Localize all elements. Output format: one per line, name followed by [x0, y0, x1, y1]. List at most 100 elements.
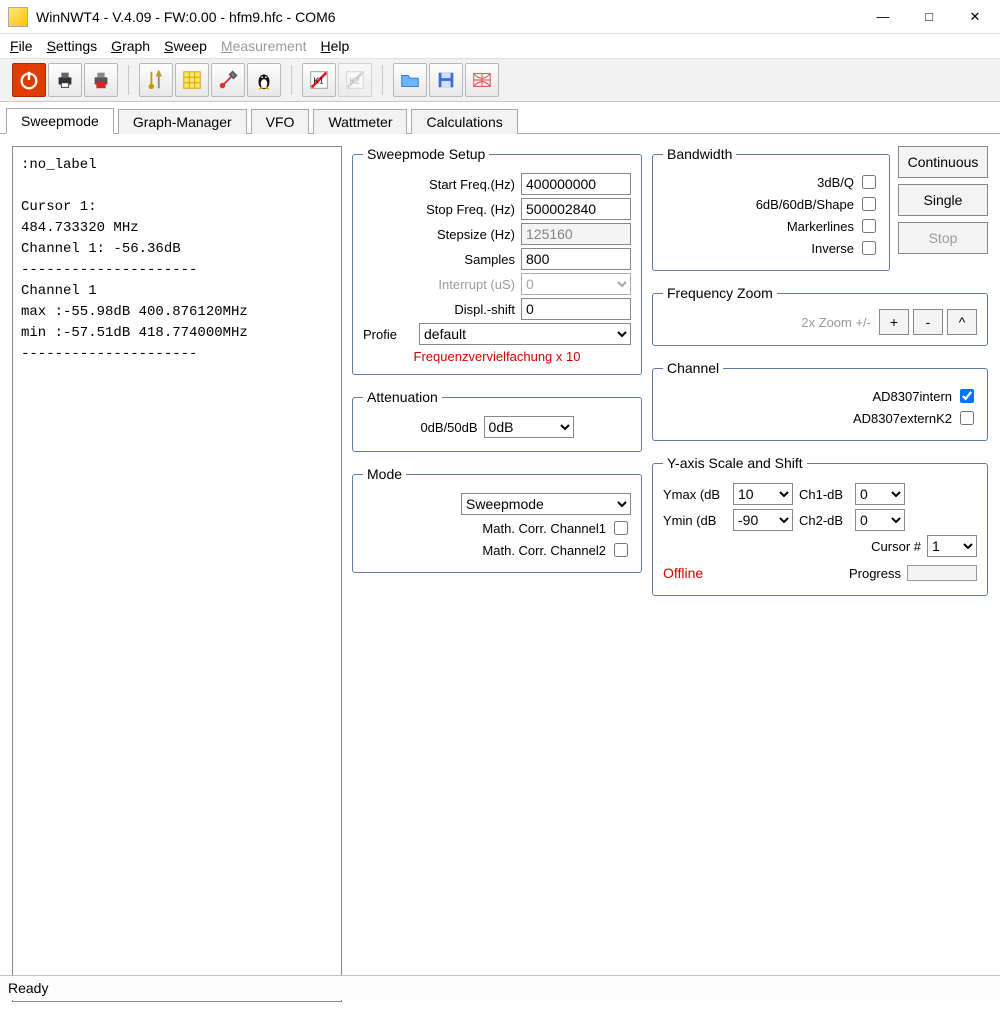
frequency-zoom-group: Frequency Zoom 2x Zoom +/- + - ^	[652, 285, 988, 346]
sweepmode-setup-legend: Sweepmode Setup	[363, 146, 489, 162]
channel-extern-label: AD8307externK2	[853, 411, 952, 426]
interrupt-label: Interrupt (uS)	[363, 277, 515, 292]
interrupt-select: 0	[521, 273, 631, 295]
stop-freq-label: Stop Freq. (Hz)	[363, 202, 515, 217]
bw-3db-checkbox[interactable]	[862, 175, 876, 189]
math-corr-ch1-checkbox[interactable]	[614, 521, 628, 535]
freq-zoom-label: 2x Zoom +/-	[801, 315, 871, 330]
cursor-readout: :no_label Cursor 1: 484.733320 MHz Chann…	[12, 146, 342, 1002]
settings-button[interactable]	[211, 63, 245, 97]
ymin-label: Ymin (dB	[663, 513, 727, 528]
tabbar: Sweepmode Graph-Manager VFO Wattmeter Ca…	[0, 102, 1000, 134]
ch2-db-select[interactable]: 0	[855, 509, 905, 531]
window-title: WinNWT4 - V.4.09 - FW:0.00 - hfm9.hfc - …	[36, 9, 336, 25]
open-button[interactable]	[393, 63, 427, 97]
profile-label: Profie	[363, 327, 413, 342]
tab-graph-manager[interactable]: Graph-Manager	[118, 109, 247, 134]
bw-6db-checkbox[interactable]	[862, 197, 876, 211]
attenuation-select[interactable]: 0dB	[484, 416, 574, 438]
print-button[interactable]	[48, 63, 82, 97]
tab-calculations[interactable]: Calculations	[411, 109, 517, 134]
zoom-minus-button[interactable]: -	[913, 309, 943, 335]
menu-graph[interactable]: Graph	[111, 38, 150, 54]
sweepmode-setup-group: Sweepmode Setup Start Freq.(Hz) Stop Fre…	[352, 146, 642, 375]
titlebar: WinNWT4 - V.4.09 - FW:0.00 - hfm9.hfc - …	[0, 0, 1000, 34]
svg-text:K2: K2	[350, 77, 361, 86]
ymin-select[interactable]: -90	[733, 509, 793, 531]
channel-legend: Channel	[663, 360, 723, 376]
menu-file[interactable]: File	[10, 38, 33, 54]
bw-inverse-checkbox[interactable]	[862, 241, 876, 255]
svg-text:K1: K1	[314, 77, 325, 86]
start-freq-label: Start Freq.(Hz)	[363, 177, 515, 192]
ymax-label: Ymax (dB	[663, 487, 727, 502]
tab-sweepmode[interactable]: Sweepmode	[6, 108, 114, 134]
freq-multiplier-note: Frequenzvervielfachung x 10	[363, 349, 631, 364]
channel-intern-checkbox[interactable]	[960, 389, 974, 403]
chart-button[interactable]	[175, 63, 209, 97]
ymax-select[interactable]: 10	[733, 483, 793, 505]
app-icon	[8, 7, 28, 27]
ch1-db-label: Ch1-dB	[799, 487, 849, 502]
status-text: Ready	[8, 980, 48, 996]
channel-extern-checkbox[interactable]	[960, 411, 974, 425]
mode-select[interactable]: Sweepmode	[461, 493, 631, 515]
grid-action-button[interactable]	[465, 63, 499, 97]
mode-legend: Mode	[363, 466, 406, 482]
bw-6db-label: 6dB/60dB/Shape	[756, 197, 854, 212]
maximize-button[interactable]: □	[906, 2, 952, 32]
stepsize-label: Stepsize (Hz)	[363, 227, 515, 242]
mode-group: Mode Sweepmode Math. Corr. Channel1 Math…	[352, 466, 642, 573]
save-button[interactable]	[429, 63, 463, 97]
menubar: File Settings Graph Sweep Measurement He…	[0, 34, 1000, 59]
single-button[interactable]: Single	[898, 184, 988, 216]
zoom-reset-button[interactable]: ^	[947, 309, 977, 335]
close-button[interactable]: ✕	[952, 2, 998, 32]
toolbar: K1 K2	[0, 59, 1000, 102]
cursor-num-label: Cursor #	[871, 539, 921, 554]
samples-input[interactable]	[521, 248, 631, 270]
stop-freq-input[interactable]	[521, 198, 631, 220]
cursor-num-select[interactable]: 1	[927, 535, 977, 557]
ch1-db-select[interactable]: 0	[855, 483, 905, 505]
displ-shift-label: Displ.-shift	[363, 302, 515, 317]
tab-vfo[interactable]: VFO	[251, 109, 310, 134]
math-corr-ch1-label: Math. Corr. Channel1	[482, 521, 606, 536]
profile-select[interactable]: default	[419, 323, 631, 345]
status-bar: Ready	[0, 975, 1000, 1000]
bandwidth-group: Bandwidth 3dB/Q 6dB/60dB/Shape Markerlin…	[652, 146, 890, 271]
penguin-button[interactable]	[247, 63, 281, 97]
k1-button[interactable]: K1	[302, 63, 336, 97]
power-button[interactable]	[12, 63, 46, 97]
yaxis-legend: Y-axis Scale and Shift	[663, 455, 807, 471]
continuous-button[interactable]: Continuous	[898, 146, 988, 178]
tab-wattmeter[interactable]: Wattmeter	[313, 109, 407, 134]
zoom-plus-button[interactable]: +	[879, 309, 909, 335]
displ-shift-input[interactable]	[521, 298, 631, 320]
menu-sweep[interactable]: Sweep	[164, 38, 207, 54]
start-freq-input[interactable]	[521, 173, 631, 195]
bw-markerlines-checkbox[interactable]	[862, 219, 876, 233]
progress-bar	[907, 565, 977, 581]
stepsize-input	[521, 223, 631, 245]
bw-inverse-label: Inverse	[811, 241, 854, 256]
math-corr-ch2-checkbox[interactable]	[614, 543, 628, 557]
attenuation-group: Attenuation 0dB/50dB 0dB	[352, 389, 642, 452]
yaxis-group: Y-axis Scale and Shift Ymax (dB 10 Ch1-d…	[652, 455, 988, 596]
print-pdf-button[interactable]	[84, 63, 118, 97]
attenuation-label: 0dB/50dB	[420, 420, 477, 435]
tools-button[interactable]	[139, 63, 173, 97]
menu-settings[interactable]: Settings	[47, 38, 98, 54]
stop-button: Stop	[898, 222, 988, 254]
channel-intern-label: AD8307intern	[873, 389, 953, 404]
channel-group: Channel AD8307intern AD8307externK2	[652, 360, 988, 441]
workarea: :no_label Cursor 1: 484.733320 MHz Chann…	[0, 134, 1000, 1014]
attenuation-legend: Attenuation	[363, 389, 442, 405]
k2-button[interactable]: K2	[338, 63, 372, 97]
minimize-button[interactable]: —	[860, 2, 906, 32]
bandwidth-legend: Bandwidth	[663, 146, 736, 162]
offline-status: Offline	[663, 565, 703, 581]
bw-markerlines-label: Markerlines	[787, 219, 854, 234]
menu-help[interactable]: Help	[321, 38, 350, 54]
progress-label: Progress	[849, 566, 901, 581]
